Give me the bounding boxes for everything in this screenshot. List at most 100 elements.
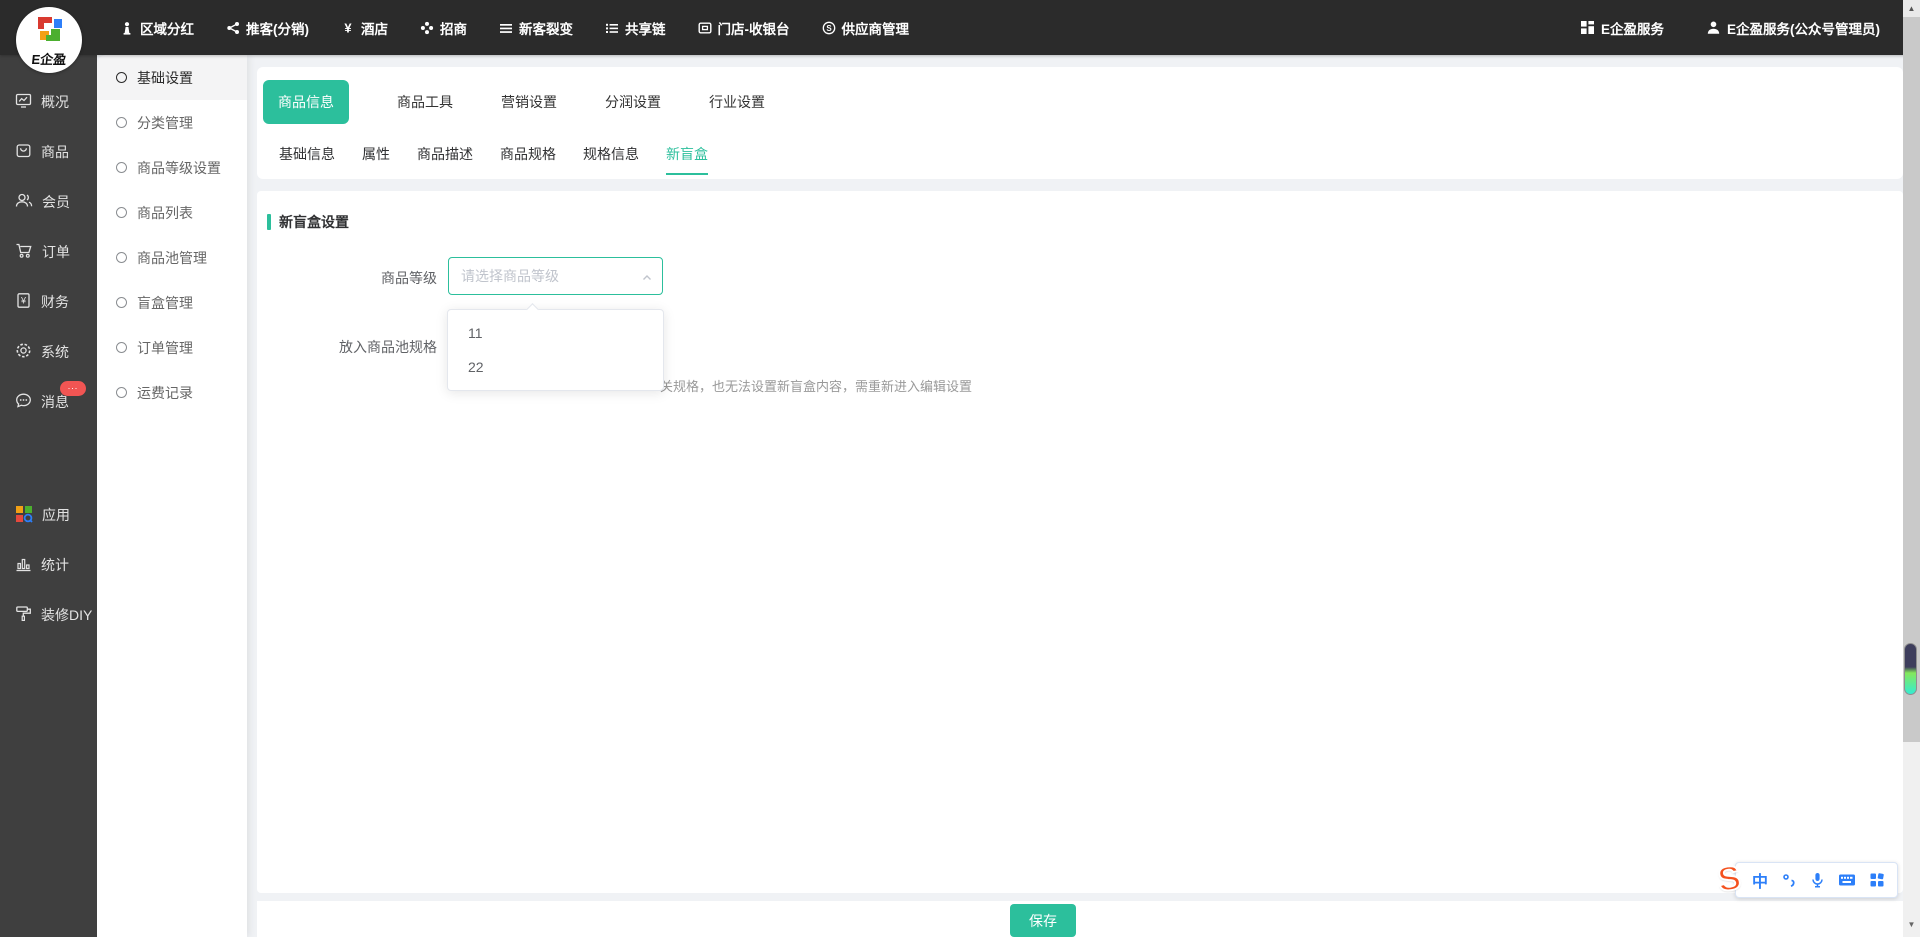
main-area: 商品信息 商品工具 营销设置 分润设置 行业设置 基础信息 属性 商品描述 商品…: [247, 55, 1903, 937]
ime-punctuation-icon[interactable]: [1781, 872, 1797, 888]
tab-industry[interactable]: 行业设置: [709, 92, 765, 112]
sidebar-item-label: 会员: [42, 192, 70, 212]
topbar: 区域分红 推客(分销) ¥ 酒店 招商 新客裂变 共享链 门店-收银台 S 供应…: [0, 0, 1920, 55]
sidebar-item-orders[interactable]: 订单: [0, 227, 97, 277]
ime-chinese-mode[interactable]: 中: [1752, 868, 1768, 892]
ime-mic-icon[interactable]: [1810, 872, 1825, 888]
sub-tabs: 基础信息 属性 商品描述 商品规格 规格信息 新盲盒: [263, 144, 1903, 175]
scrollbar-down-arrow[interactable]: ▼: [1903, 920, 1920, 929]
dropdown-option[interactable]: 11: [448, 316, 663, 350]
subtab-description[interactable]: 商品描述: [417, 144, 473, 175]
subtab-new-blindbox[interactable]: 新盲盒: [666, 144, 708, 175]
sidebar-item-members[interactable]: 会员: [0, 177, 97, 227]
submenu-item-label: 订单管理: [137, 338, 193, 358]
sidebar-item-system[interactable]: 系统: [0, 327, 97, 377]
message-badge: ...: [60, 381, 86, 396]
gear-icon: [15, 342, 32, 362]
topbar-service-label: E企盈服务: [1601, 18, 1664, 38]
sidebar-item-label: 商品: [41, 142, 69, 162]
tab-marketing[interactable]: 营销设置: [501, 92, 557, 112]
submenu-item-label: 商品等级设置: [137, 158, 221, 178]
topbar-account-menu[interactable]: E企盈服务(公众号管理员): [1706, 18, 1880, 38]
subtab-attributes[interactable]: 属性: [362, 144, 390, 175]
save-button[interactable]: 保存: [1010, 904, 1076, 937]
sidebar-item-apps[interactable]: 应用: [0, 490, 97, 540]
submenu-item-label: 商品列表: [137, 203, 193, 223]
topbar-item-hotel[interactable]: ¥ 酒店: [341, 18, 388, 38]
level-select[interactable]: [448, 257, 663, 295]
flower-icon: [420, 21, 434, 35]
overview-icon: [15, 92, 32, 112]
circle-icon: [116, 72, 127, 83]
level-select-input[interactable]: [449, 258, 662, 294]
sidebar-item-label: 装修DIY: [41, 605, 92, 625]
submenu-item-label: 基础设置: [137, 68, 193, 88]
topbar-service-menu[interactable]: E企盈服务: [1580, 18, 1664, 38]
scrollbar-track[interactable]: [1903, 17, 1920, 742]
dropdown-option[interactable]: 22: [448, 350, 663, 384]
submenu-item-goods-level[interactable]: 商品等级设置: [97, 145, 247, 190]
topbar-item-region-dividend[interactable]: 区域分红: [120, 18, 194, 38]
circle-icon: [116, 342, 127, 353]
ime-toolbox-icon[interactable]: [1869, 872, 1885, 888]
sidebar-item-goods[interactable]: 商品: [0, 127, 97, 177]
logo-wordmark: E企盈: [15, 49, 83, 68]
submenu-item-order-mgmt[interactable]: 订单管理: [97, 325, 247, 370]
circle-icon: [116, 387, 127, 398]
yen-icon: ¥: [341, 21, 355, 35]
sidebar-item-overview[interactable]: 概况: [0, 77, 97, 127]
sidebar-item-diy[interactable]: 装修DIY: [0, 590, 97, 640]
svg-text:¥: ¥: [344, 21, 352, 35]
sidebar-item-stats[interactable]: 统计: [0, 540, 97, 590]
submenu-item-goods-pool[interactable]: 商品池管理: [97, 235, 247, 280]
submenu-item-label: 盲盒管理: [137, 293, 193, 313]
footer-bar: 保存: [257, 901, 1903, 937]
scrollbar-thumb[interactable]: [1904, 643, 1917, 695]
grid-icon: [1580, 20, 1595, 35]
topbar-item-supplier[interactable]: S 供应商管理: [822, 18, 910, 38]
cart-icon: [15, 242, 33, 262]
ime-keyboard-icon[interactable]: [1838, 873, 1856, 887]
content-card: 新盲盒设置 商品等级 11 22 放入商品池规格 关规格，也无法设置新盲盒内容，…: [257, 191, 1903, 893]
menu-lines-icon: [499, 21, 513, 35]
topbar-item-label: 区域分红: [140, 18, 194, 38]
sidebar-item-label: 财务: [41, 292, 69, 312]
topbar-item-promoter[interactable]: 推客(分销): [226, 18, 309, 38]
pool-field-label: 放入商品池规格: [257, 337, 437, 357]
topbar-item-investment[interactable]: 招商: [420, 18, 467, 38]
logo-mark-icon: [32, 15, 66, 47]
topbar-item-label: 推客(分销): [246, 18, 309, 38]
topbar-item-fission[interactable]: 新客裂变: [499, 18, 573, 38]
topbar-item-label: 招商: [440, 18, 467, 38]
submenu-item-blindbox[interactable]: 盲盒管理: [97, 280, 247, 325]
topbar-item-label: 新客裂变: [519, 18, 573, 38]
submenu-item-goods-list[interactable]: 商品列表: [97, 190, 247, 235]
tab-goods-tools[interactable]: 商品工具: [397, 92, 453, 112]
subtab-spec-info[interactable]: 规格信息: [583, 144, 639, 175]
circle-icon: [116, 297, 127, 308]
sidebar-item-label: 统计: [41, 555, 69, 575]
subtab-spec[interactable]: 商品规格: [500, 144, 556, 175]
primary-sidebar: 概况 商品 会员 订单 ¥ 财务 系统 消息 ... 应: [0, 55, 97, 937]
topbar-item-label: 门店-收银台: [718, 18, 790, 38]
tab-goods-info[interactable]: 商品信息: [263, 80, 349, 124]
sidebar-item-messages[interactable]: 消息 ...: [0, 377, 97, 427]
circle-icon: [116, 207, 127, 218]
app-logo[interactable]: E企盈: [16, 7, 82, 73]
users-icon: [15, 192, 33, 212]
topbar-item-sharechain[interactable]: 共享链: [605, 18, 666, 38]
topbar-account-label: E企盈服务(公众号管理员): [1727, 18, 1880, 38]
ime-panel: 中: [1735, 862, 1898, 898]
submenu-item-category[interactable]: 分类管理: [97, 100, 247, 145]
chevron-up-icon[interactable]: [641, 271, 653, 289]
submenu-item-freight[interactable]: 运费记录: [97, 370, 247, 415]
submenu-item-basic-settings[interactable]: 基础设置: [97, 55, 247, 100]
sidebar-item-finance[interactable]: ¥ 财务: [0, 277, 97, 327]
topbar-item-store-cashier[interactable]: 门店-收银台: [698, 18, 790, 38]
scrollbar-up-arrow[interactable]: ▲: [1903, 0, 1920, 17]
topbar-item-label: 共享链: [625, 18, 666, 38]
svg-text:S: S: [826, 24, 832, 33]
list-icon: [605, 21, 619, 35]
tab-profit[interactable]: 分润设置: [605, 92, 661, 112]
subtab-basic-info[interactable]: 基础信息: [279, 144, 335, 175]
